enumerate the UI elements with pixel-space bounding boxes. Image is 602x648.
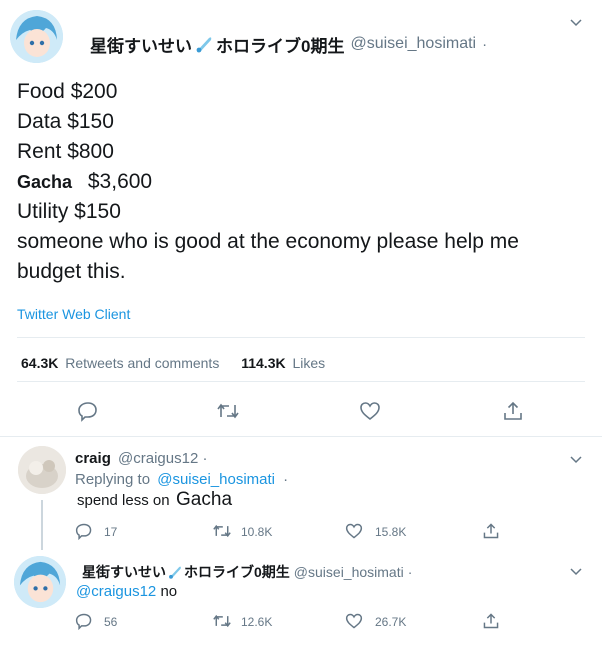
share-icon[interactable]: [482, 522, 500, 545]
dot-separator: ·: [283, 471, 289, 488]
replying-handle[interactable]: @suisei_hosimati: [157, 471, 275, 488]
gacha-amount: $3,600: [87, 170, 153, 193]
tweet-line: Rent $800: [17, 140, 114, 163]
display-name[interactable]: 星街すいせい: [90, 32, 192, 57]
retweet-count: 10.8K: [241, 525, 273, 539]
reply-text-prefix: spend less on: [77, 492, 170, 509]
retweet-icon[interactable]: [216, 400, 240, 422]
gacha-label: Gacha: [17, 172, 73, 192]
reply-icon[interactable]: [77, 400, 99, 422]
comet-icon: [194, 34, 214, 54]
chevron-down-icon[interactable]: [568, 451, 584, 467]
tweet-line: budget this.: [17, 260, 126, 283]
retweets-count[interactable]: 64.3K: [21, 355, 58, 371]
avatar-image: [14, 556, 66, 608]
reply-count: 17: [104, 525, 118, 539]
dot-separator: ·: [482, 35, 488, 53]
tweet-body: Food $200 Data $150 Rent $800 Gacha $3,6…: [17, 77, 587, 287]
display-name[interactable]: 星街すいせい: [82, 562, 166, 582]
reply-header: craig @craigus12 ·: [75, 450, 207, 467]
tweet-line: Utility $150: [17, 200, 121, 223]
dot-separator: ·: [202, 450, 208, 467]
avatar[interactable]: [10, 10, 63, 63]
thread-line: [41, 500, 43, 550]
replying-label: Replying to: [75, 471, 151, 488]
share-icon[interactable]: [502, 400, 524, 422]
like-count: 15.8K: [375, 525, 407, 539]
comet-icon: [167, 564, 183, 580]
reply-count: 56: [104, 615, 118, 629]
share-icon[interactable]: [482, 612, 500, 635]
retweet-icon[interactable]: [212, 522, 232, 545]
tweet-line-gacha: Gacha $3,600: [17, 167, 587, 197]
display-name-suffix: ホロライブ0期生: [216, 36, 345, 56]
retweets-label[interactable]: Retweets and comments: [65, 355, 219, 371]
divider: [0, 436, 602, 437]
divider: [17, 337, 585, 338]
tweet-line: Data $150: [17, 110, 114, 133]
avatar-image: [18, 446, 66, 494]
handle[interactable]: @suisei_hosimati: [294, 564, 404, 580]
tweet-line: someone who is good at the economy pleas…: [17, 230, 519, 253]
retweet-count: 12.6K: [241, 615, 273, 629]
reply-text-body: no: [160, 583, 178, 600]
reply-actions: 56 12.6K 26.7K: [75, 610, 505, 632]
divider: [17, 381, 585, 382]
reply-icon[interactable]: [75, 522, 93, 545]
like-icon[interactable]: [359, 400, 381, 422]
handle[interactable]: @suisei_hosimati: [350, 35, 476, 53]
retweet-icon[interactable]: [212, 612, 232, 635]
likes-count[interactable]: 114.3K: [241, 355, 285, 371]
avatar[interactable]: [18, 446, 66, 494]
reply-icon[interactable]: [75, 612, 93, 635]
dot-separator: ·: [407, 564, 413, 580]
handle[interactable]: @craigus12: [118, 450, 198, 467]
reply-header: 星街すいせい ホロライブ0期生 @suisei_hosimati ·: [82, 563, 412, 581]
like-icon[interactable]: [345, 522, 363, 545]
reply-actions: 17 10.8K 15.8K: [75, 520, 505, 542]
tweet-stats: 64.3K Retweets and comments 114.3K Likes: [21, 355, 325, 371]
chevron-down-icon[interactable]: [568, 14, 584, 30]
avatar-image: [10, 10, 63, 63]
display-name-suffix: ホロライブ0期生: [184, 564, 290, 580]
like-count: 26.7K: [375, 615, 407, 629]
tweet-line: Food $200: [17, 80, 118, 103]
reply-text: @craigus12 no: [76, 583, 177, 600]
tweet-header: 星街すいせい ホロライブ0期生 @suisei_hosimati ·: [90, 32, 487, 56]
chevron-down-icon[interactable]: [568, 563, 584, 579]
reply-text-emphasis: Gacha: [176, 489, 233, 510]
like-icon[interactable]: [345, 612, 363, 635]
display-name[interactable]: craig: [75, 450, 111, 467]
mention-link[interactable]: @craigus12: [76, 583, 156, 600]
avatar[interactable]: [14, 556, 66, 608]
likes-label[interactable]: Likes: [292, 355, 325, 371]
reply-text: spend less on Gacha: [77, 489, 232, 511]
replying-to: Replying to @suisei_hosimati ·: [75, 471, 288, 488]
source-link[interactable]: Twitter Web Client: [17, 306, 130, 322]
